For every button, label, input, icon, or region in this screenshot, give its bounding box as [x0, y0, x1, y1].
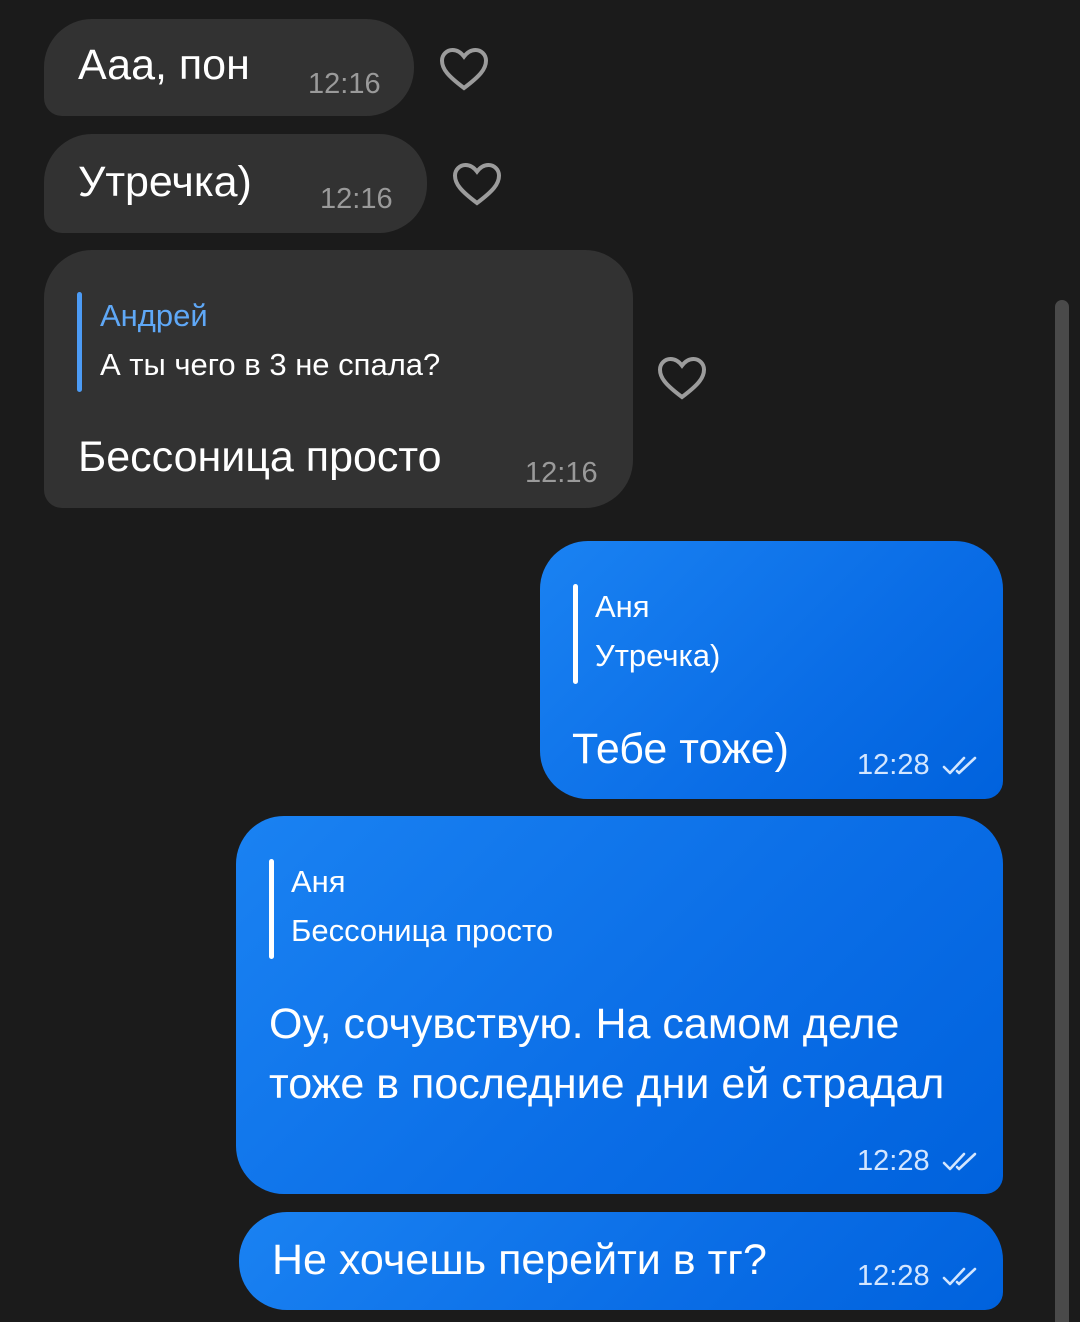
incoming-message[interactable]: Андрей А ты чего в 3 не спала? Бессоница…	[44, 250, 633, 508]
incoming-message[interactable]: Ааа, пон 12:16	[44, 19, 414, 116]
reply-quote-bar	[573, 584, 578, 684]
reply-author: Андрей	[100, 298, 208, 333]
reply-quoted-text: Утречка)	[595, 638, 721, 673]
outgoing-message[interactable]: Аня Утречка) Тебе тоже) 12:28	[540, 541, 1003, 799]
reply-author: Аня	[595, 589, 650, 624]
chat-screen: Ааа, пон 12:16 Утречка) 12:16 Андрей А т…	[0, 0, 1080, 1322]
outgoing-message[interactable]: Аня Бессоница просто Оу, сочувствую. На …	[236, 816, 1003, 1194]
incoming-message[interactable]: Утречка) 12:16	[44, 134, 427, 233]
message-text: Утречка)	[78, 158, 252, 206]
message-time: 12:16	[320, 183, 393, 215]
reply-author: Аня	[291, 864, 346, 899]
reply-quoted-text: Бессоница просто	[291, 913, 554, 948]
reply-quote-bar	[77, 292, 82, 392]
message-text: Тебе тоже)	[572, 725, 789, 773]
message-time: 12:28	[857, 1260, 930, 1292]
message-time: 12:28	[857, 1145, 930, 1177]
heart-icon[interactable]	[451, 160, 503, 208]
message-text: Оу, сочувствую. На самом деле тоже в пос…	[269, 1000, 945, 1108]
double-check-icon	[942, 756, 977, 775]
reply-quoted-text: А ты чего в 3 не спала?	[100, 347, 441, 382]
message-time: 12:16	[525, 457, 598, 489]
scrollbar[interactable]	[1055, 300, 1069, 1322]
message-text: Не хочешь перейти в тг?	[272, 1236, 767, 1284]
message-text: Бессоница просто	[78, 433, 442, 481]
message-time: 12:16	[308, 68, 381, 100]
reply-quote-bar	[269, 859, 274, 959]
double-check-icon	[942, 1152, 977, 1171]
message-text: Ааа, пон	[78, 41, 250, 89]
outgoing-message[interactable]: Не хочешь перейти в тг? 12:28	[239, 1212, 1003, 1310]
message-time: 12:28	[857, 749, 930, 781]
heart-icon[interactable]	[656, 354, 708, 402]
heart-icon[interactable]	[438, 45, 490, 93]
double-check-icon	[942, 1267, 977, 1286]
